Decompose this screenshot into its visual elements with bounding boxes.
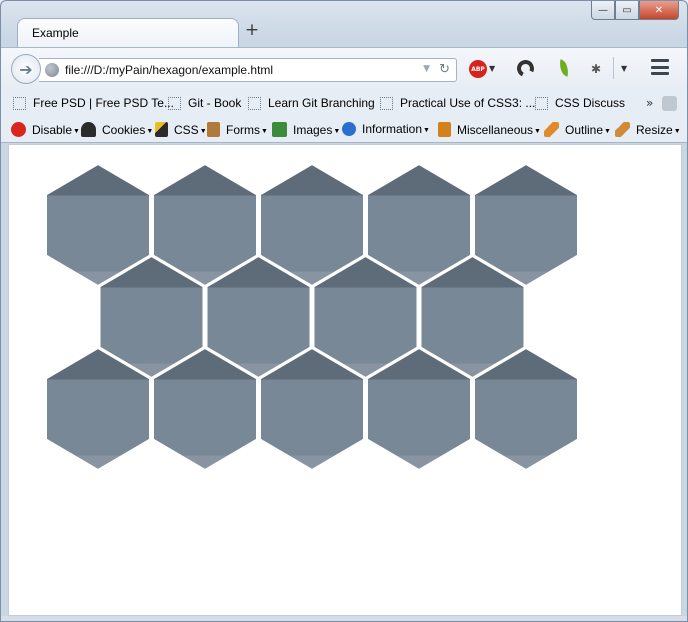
dev-menu-miscellaneous[interactable]: Miscellaneous ▼	[438, 122, 541, 137]
css-wand-icon	[155, 122, 168, 137]
window-controls: — ▭ ✕	[591, 1, 679, 21]
close-button[interactable]: ✕	[639, 1, 679, 20]
page-icon	[168, 96, 181, 110]
globe-icon	[45, 63, 59, 77]
tab-example[interactable]: Example	[17, 18, 239, 48]
back-arrow-icon: ➔	[19, 59, 33, 79]
hexagon-tile	[259, 346, 365, 472]
dev-menu-information[interactable]: Information ▼	[342, 122, 430, 136]
dropdown-arrow-icon: ▼	[604, 127, 611, 135]
firebug-dropdown-icon[interactable]: ▼	[621, 64, 627, 73]
maximize-button[interactable]: ▭	[615, 1, 639, 20]
page-icon	[535, 96, 548, 110]
window-bottom-border	[1, 616, 687, 621]
dev-menu-disable[interactable]: Disable ▼	[11, 122, 80, 137]
bookmark-item[interactable]: Learn Git Branching	[248, 96, 375, 110]
dev-menu-images[interactable]: Images ▼	[272, 122, 340, 137]
bookmarks-bar: Free PSD | Free PSD Te... Git - Book Lea…	[1, 91, 687, 117]
bookmarks-overflow-button[interactable]: »	[646, 96, 653, 110]
web-developer-toolbar: Disable ▼ Cookies ▼ CSS ▼ Forms ▼ Images ▼ In…	[1, 117, 687, 143]
disable-icon	[11, 122, 26, 137]
dropdown-arrow-icon: ▼	[73, 127, 80, 135]
cookies-icon	[81, 122, 96, 137]
toolbar-separator	[613, 57, 614, 79]
dropdown-arrow-icon: ▼	[199, 127, 207, 135]
image-icon	[272, 122, 287, 137]
dev-menu-outline[interactable]: Outline ▼	[544, 122, 611, 137]
dropdown-arrow-icon: ▼	[261, 127, 268, 135]
back-button[interactable]: ➔	[11, 54, 41, 84]
clipboard-icon	[207, 122, 220, 137]
info-icon	[342, 122, 356, 136]
book-icon	[438, 122, 451, 137]
bookmark-item[interactable]: Practical Use of CSS3: ...	[380, 96, 535, 110]
adblock-dropdown-icon[interactable]: ▼	[489, 64, 495, 73]
navigation-bar: file:///D:/myPain/hexagon/example.html ▼…	[1, 47, 687, 91]
dropdown-arrow-icon: ▼	[673, 127, 681, 135]
pencil-icon	[544, 122, 559, 137]
hexagon-tile	[152, 346, 258, 472]
ruler-icon	[615, 122, 630, 137]
dropdown-arrow-icon: ▼	[423, 127, 430, 134]
url-text: file:///D:/myPain/hexagon/example.html	[65, 63, 274, 77]
page-icon	[248, 96, 261, 110]
page-icon	[13, 96, 26, 110]
page-icon	[380, 96, 393, 110]
tab-title: Example	[32, 26, 79, 40]
bookmark-item[interactable]: Free PSD | Free PSD Te...	[13, 96, 174, 110]
new-tab-button[interactable]: +	[243, 21, 261, 39]
hamburger-menu-icon[interactable]	[651, 59, 669, 75]
adblock-icon[interactable]: ABP	[469, 60, 487, 78]
dev-menu-forms[interactable]: Forms ▼	[207, 122, 268, 137]
dev-menu-css[interactable]: CSS ▼	[155, 122, 207, 137]
history-dropdown-icon[interactable]: ▼	[423, 64, 430, 74]
dropdown-arrow-icon: ▼	[146, 127, 154, 135]
dropdown-arrow-icon: ▼	[333, 127, 341, 135]
reload-icon[interactable]: ↻	[439, 62, 450, 77]
hexagon-grid	[45, 162, 579, 472]
firebug-icon[interactable]: ✱	[591, 62, 601, 76]
rss-icon[interactable]	[662, 96, 677, 111]
browser-window: Example + — ▭ ✕ file:///D:/myPain/hexago…	[0, 0, 688, 622]
url-bar[interactable]: file:///D:/myPain/hexagon/example.html ▼…	[39, 58, 457, 82]
page-content	[8, 144, 682, 616]
tab-bar: Example + — ▭ ✕	[1, 1, 687, 48]
dev-menu-cookies[interactable]: Cookies ▼	[81, 122, 153, 137]
minimize-button[interactable]: —	[591, 1, 615, 20]
bookmark-item[interactable]: Git - Book	[168, 96, 241, 110]
dev-menu-resize[interactable]: Resize ▼	[615, 122, 681, 137]
hexagon-tile	[473, 346, 579, 472]
dropdown-arrow-icon: ▼	[534, 127, 541, 135]
hexagon-tile	[45, 346, 151, 472]
hexagon-tile	[366, 346, 472, 472]
bookmark-item[interactable]: CSS Discuss	[535, 96, 625, 110]
